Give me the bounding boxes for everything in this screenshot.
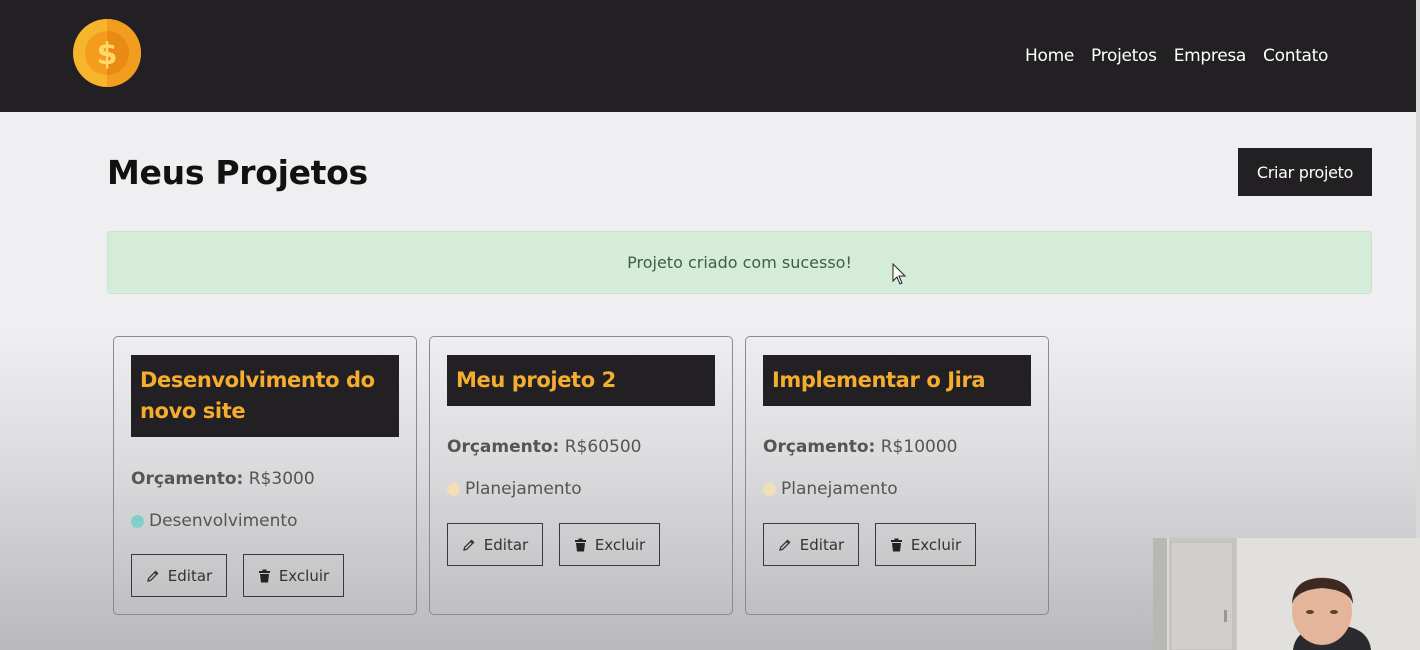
category-label: Planejamento — [465, 479, 582, 499]
nav-link-projetos[interactable]: Projetos — [1091, 46, 1157, 66]
svg-text:$: $ — [97, 37, 118, 72]
nav-link-home[interactable]: Home — [1025, 46, 1074, 66]
project-category: Desenvolvimento — [131, 511, 297, 531]
delete-label: Excluir — [594, 535, 646, 554]
project-budget: Orçamento: R$10000 — [763, 437, 957, 457]
trash-icon — [258, 569, 270, 582]
category-label: Planejamento — [781, 479, 898, 499]
project-card: Desenvolvimento do novo site Orçamento: … — [113, 336, 417, 615]
trash-icon — [890, 538, 902, 551]
pencil-icon — [462, 538, 475, 551]
main-nav: Home Projetos Empresa Contato — [1025, 46, 1345, 66]
edit-label: Editar — [167, 566, 213, 585]
budget-label: Orçamento: — [447, 437, 560, 457]
trash-icon — [574, 538, 586, 551]
alert-message: Projeto criado com sucesso! — [627, 253, 852, 272]
budget-value: R$10000 — [880, 437, 958, 457]
edit-button[interactable]: Editar — [447, 523, 543, 566]
edit-button[interactable]: Editar — [763, 523, 859, 566]
category-dot — [131, 514, 144, 528]
project-title: Implementar o Jira — [763, 355, 1031, 406]
budget-label: Orçamento: — [131, 469, 244, 489]
edit-label: Editar — [799, 535, 845, 554]
budget-value: R$3000 — [248, 469, 315, 489]
delete-button[interactable]: Excluir — [243, 554, 344, 597]
create-project-button[interactable]: Criar projeto — [1238, 148, 1372, 196]
nav-link-empresa[interactable]: Empresa — [1174, 46, 1247, 66]
delete-label: Excluir — [910, 535, 962, 554]
category-dot — [763, 482, 776, 496]
edit-label: Editar — [483, 535, 529, 554]
mouse-cursor-icon — [892, 263, 907, 285]
project-budget: Orçamento: R$60500 — [447, 437, 641, 457]
success-alert: Projeto criado com sucesso! — [107, 231, 1372, 294]
nav-link-contato[interactable]: Contato — [1263, 46, 1328, 66]
pencil-icon — [778, 538, 791, 551]
budget-value: R$60500 — [564, 437, 642, 457]
project-category: Planejamento — [447, 479, 582, 499]
coin-dollar-icon[interactable]: $ — [72, 18, 142, 88]
navbar: $ Home Projetos Empresa Contato — [0, 0, 1416, 112]
page-title: Meus Projetos — [107, 153, 368, 192]
project-category: Planejamento — [763, 479, 898, 499]
project-card: Meu projeto 2 Orçamento: R$60500 Planeja… — [429, 336, 733, 615]
delete-button[interactable]: Excluir — [875, 523, 976, 566]
project-card: Implementar o Jira Orçamento: R$10000 Pl… — [745, 336, 1049, 615]
edit-button[interactable]: Editar — [131, 554, 227, 597]
webcam-overlay — [1153, 538, 1420, 650]
category-dot — [447, 482, 460, 496]
category-label: Desenvolvimento — [149, 511, 298, 531]
presenter-video — [1153, 538, 1420, 650]
delete-button[interactable]: Excluir — [559, 523, 660, 566]
project-title: Desenvolvimento do novo site — [131, 355, 399, 437]
project-title: Meu projeto 2 — [447, 355, 715, 406]
project-budget: Orçamento: R$3000 — [131, 469, 315, 489]
budget-label: Orçamento: — [763, 437, 876, 457]
pencil-icon — [146, 569, 159, 582]
delete-label: Excluir — [278, 566, 330, 585]
